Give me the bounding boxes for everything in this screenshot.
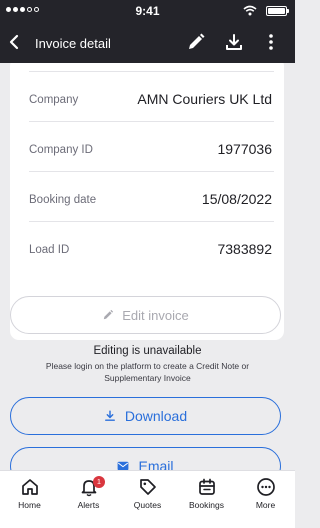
email-button[interactable]: Email [10,447,281,470]
tab-alerts-label: Alerts [77,500,100,510]
company-value: AMN Couriers UK Ltd [137,91,272,107]
company-id-value: 1977036 [217,141,272,157]
tab-bookings-label: Bookings [189,500,224,510]
more-vertical-icon[interactable] [261,32,281,52]
envelope-icon [118,461,129,470]
more-horizontal-circle-icon [256,478,275,496]
home-icon [21,479,38,495]
download-icon [104,410,115,421]
status-right [243,5,289,16]
download-label: Download [124,408,188,424]
booking-date-value: 15/08/2022 [201,191,272,207]
booking-date-label: Booking date [29,194,97,206]
alerts-badge: 1 [93,476,105,488]
company-label: Company [29,94,79,106]
load-id-value: 7383892 [217,241,272,257]
pencil-icon [104,309,114,320]
tab-alerts[interactable]: 1 Alerts [59,476,118,510]
divider [29,171,274,172]
status-bar: 9:41 [0,0,295,22]
load-id-label: Load ID [29,244,70,256]
email-label: Email [138,458,174,470]
edit-invoice-label: Edit invoice [122,307,189,323]
tab-more[interactable]: More [236,477,295,510]
page-title: Invoice detail [35,36,111,51]
divider [29,71,274,72]
edit-invoice-button[interactable]: Edit invoice [10,296,281,334]
wifi-icon [243,5,257,16]
bottom-tab-bar: Home 1 Alerts Quotes Bookings More [0,470,295,528]
tab-home-label: Home [18,500,41,510]
divider [29,121,274,122]
navigation-bar: Invoice detail [0,22,295,63]
tag-icon [139,479,156,495]
back-chevron-icon[interactable] [6,33,24,51]
editing-unavailable-title: Editing is unavailable [93,345,202,357]
tab-bookings[interactable]: Bookings [177,477,236,510]
tab-home[interactable]: Home [0,477,59,510]
editing-unavailable-text: Please login on the platform to create a… [45,361,250,383]
download-button[interactable]: Download [10,397,281,435]
battery-icon [266,5,289,16]
edit-pencil-icon[interactable] [186,32,206,52]
content-scroll[interactable]: Company AMN Couriers UK Ltd Company ID 1… [0,63,295,470]
app-header: 9:41 Invoice detail [0,0,295,63]
calendar-icon [198,478,215,495]
download-icon[interactable] [224,32,244,52]
tab-quotes[interactable]: Quotes [118,477,177,510]
tab-more-label: More [255,500,276,510]
company-id-label: Company ID [29,144,93,156]
tab-quotes-label: Quotes [133,500,162,510]
divider [29,221,274,222]
